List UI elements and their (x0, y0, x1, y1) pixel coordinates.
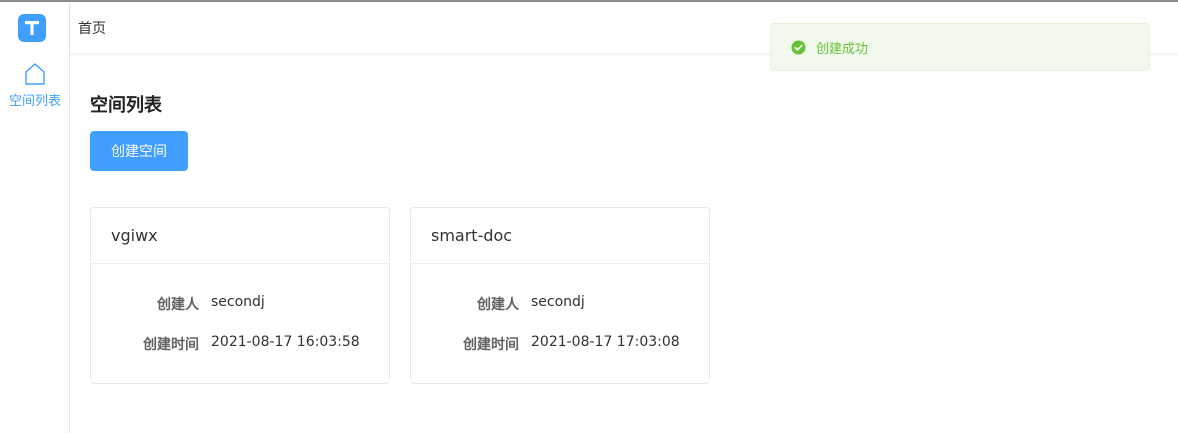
app-logo[interactable] (18, 14, 46, 42)
created-time-value: 2021-08-17 16:03:58 (211, 334, 360, 350)
breadcrumb-home[interactable]: 首页 (78, 18, 106, 38)
created-time-value: 2021-08-17 17:03:08 (531, 334, 680, 350)
sidebar-item-label: 空间列表 (8, 94, 61, 109)
space-card[interactable]: smart-doc 创建人 secondj 创建时间 2021-08-17 17… (410, 207, 710, 384)
home-icon (25, 63, 45, 85)
creator-label: 创建人 (157, 297, 199, 313)
logo-t-icon (25, 21, 39, 35)
toast-message: 创建成功 (816, 41, 869, 57)
created-time-label: 创建时间 (463, 337, 519, 353)
page-title: 空间列表 (90, 95, 162, 116)
created-time-label: 创建时间 (143, 337, 199, 353)
created-time-row: 创建时间 2021-08-17 16:03:58 (91, 334, 391, 354)
sidebar-item-space-list[interactable]: 空间列表 (0, 62, 70, 114)
space-card-title: vgiwx (91, 208, 389, 264)
creator-label: 创建人 (477, 297, 519, 313)
space-card-title: smart-doc (411, 208, 709, 264)
success-toast: 创建成功 (770, 23, 1150, 71)
creator-value: secondj (211, 294, 265, 310)
create-space-button[interactable]: 创建空间 (90, 131, 188, 171)
creator-row: 创建人 secondj (91, 294, 391, 314)
sidebar: 空间列表 (0, 2, 70, 433)
success-check-icon (791, 39, 806, 55)
creator-value: secondj (531, 294, 585, 310)
creator-row: 创建人 secondj (411, 294, 711, 314)
space-card[interactable]: vgiwx 创建人 secondj 创建时间 2021-08-17 16:03:… (90, 207, 390, 384)
created-time-row: 创建时间 2021-08-17 17:03:08 (411, 334, 711, 354)
